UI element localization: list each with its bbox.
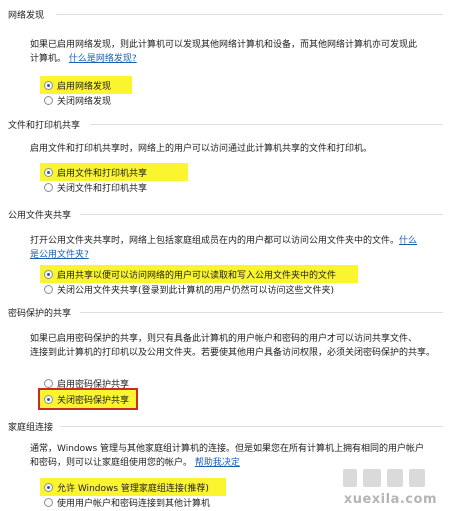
radio-enable-file-printer-sharing[interactable]: 启用文件和打印机共享 (44, 165, 147, 179)
section-description: 如果已启用网络发现，则此计算机可以发现其他网络计算机和设备，而其他网络计算机亦可… (30, 40, 418, 64)
radio-unchecked-icon (44, 284, 53, 294)
section-public-folder-sharing: 公用文件夹共享 打开公用文件夹共享时，网络上包括家庭组成员在内的用户都可以访问公… (0, 208, 449, 303)
radio-checked-icon (44, 167, 53, 177)
radio-disable-password-sharing[interactable]: 关闭密码保护共享 (44, 392, 129, 406)
radio-enable-network-discovery[interactable]: 启用网络发现 (44, 78, 111, 92)
section-header: 密码保护的共享 (8, 309, 72, 319)
radio-disable-file-printer-sharing[interactable]: 关闭文件和打印机共享 (44, 180, 147, 194)
section-header: 家庭组连接 (8, 423, 54, 433)
radio-checked-icon (44, 482, 53, 492)
watermark-logo-icon (343, 469, 425, 487)
radio-unchecked-icon (44, 378, 53, 388)
section-network-discovery: 网络发现 如果已启用网络发现，则此计算机可以发现其他网络计算机和设备，而其他网络… (0, 8, 449, 108)
radio-disable-network-discovery[interactable]: 关闭网络发现 (44, 93, 111, 107)
help-link-public-folder[interactable]: 什么 (399, 236, 417, 246)
section-divider (60, 426, 443, 427)
section-divider (80, 214, 443, 215)
radio-checked-icon (44, 394, 53, 404)
radio-checked-icon (44, 80, 53, 90)
section-divider (90, 124, 443, 125)
section-header: 网络发现 (8, 11, 45, 21)
section-description: 启用文件和打印机共享时，网络上的用户可以访问通过此计算机共享的文件和打印机。 (30, 144, 373, 154)
radio-allow-windows-manage-homegroup[interactable]: 允许 Windows 管理家庭组连接(推荐) (44, 480, 209, 494)
section-header: 文件和打印机共享 (8, 121, 81, 131)
section-password-protected-sharing: 密码保护的共享 如果已启用密码保护的共享，则只有具备此计算机的用户帐户和密码的用… (0, 306, 449, 416)
help-link-network-discovery[interactable]: 什么是网络发现? (69, 54, 137, 64)
radio-unchecked-icon (44, 497, 53, 507)
help-link-homegroup[interactable]: 帮助我决定 (195, 458, 240, 468)
section-file-printer-sharing: 文件和打印机共享 启用文件和打印机共享时，网络上的用户可以访问通过此计算机共享的… (0, 118, 449, 198)
radio-unchecked-icon (44, 95, 53, 105)
section-description: 打开公用文件夹共享时，网络上包括家庭组成员在内的用户都可以访问公用文件夹中的文件… (30, 236, 418, 260)
section-divider (80, 312, 443, 313)
section-description: 如果已启用密码保护的共享，则只有具备此计算机的用户帐户和密码的用户才可以访问共享… (30, 334, 436, 358)
help-link-public-folder-cont[interactable]: 是 (30, 250, 39, 260)
section-divider (56, 14, 443, 15)
watermark-text: xuexila.com (343, 492, 437, 507)
radio-disable-public-folder-sharing[interactable]: 关闭公用文件夹共享(登录到此计算机的用户仍然可以访问这些文件夹) (44, 282, 334, 296)
radio-use-account-password[interactable]: 使用用户帐户和密码连接到其他计算机 (44, 495, 210, 509)
radio-enable-public-folder-sharing[interactable]: 启用共享以便可以访问网络的用户可以读取和写入公用文件夹中的文件 (44, 267, 336, 281)
radio-checked-icon (44, 269, 53, 279)
radio-unchecked-icon (44, 182, 53, 192)
section-header: 公用文件夹共享 (8, 211, 72, 221)
